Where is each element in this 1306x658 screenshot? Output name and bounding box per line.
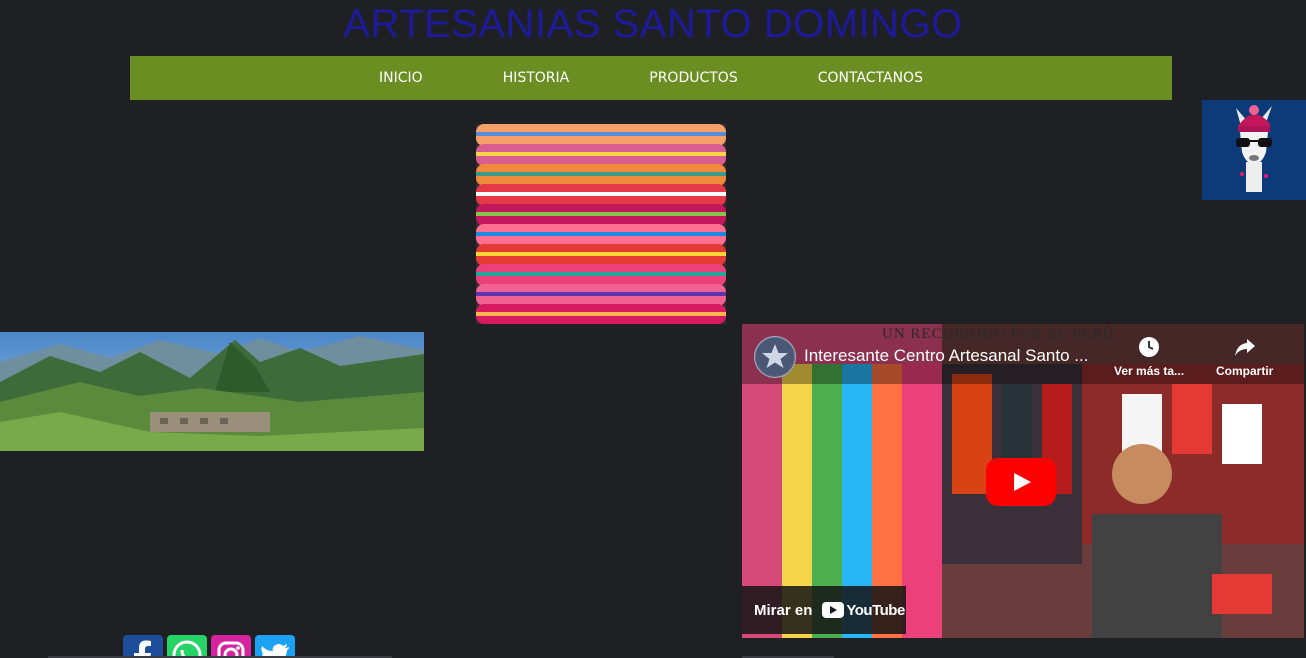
watch-on-label: Mirar en (754, 601, 813, 619)
watch-on-youtube-button[interactable]: Mirar en YouTube (742, 586, 906, 634)
video-embed[interactable]: UN RECORRIDO POR EL PERÚ Interesante Cen… (742, 324, 1304, 638)
llama-image (1202, 100, 1306, 200)
nav-item-contactanos[interactable]: CONTACTANOS (818, 70, 923, 86)
youtube-logo: YouTube (822, 601, 905, 619)
textiles-image (476, 124, 726, 324)
watch-later-label: Ver más ta... (1114, 364, 1185, 378)
video-banner-text: UN RECORRIDO POR EL PERÚ (882, 326, 1115, 342)
share-button[interactable]: Compartir (1216, 336, 1273, 378)
nav-item-inicio[interactable]: INICIO (379, 70, 423, 86)
twitter-icon[interactable] (255, 635, 295, 658)
facebook-icon[interactable] (123, 635, 163, 658)
channel-avatar[interactable] (754, 336, 796, 378)
share-label: Compartir (1216, 364, 1274, 378)
social-links (123, 635, 295, 658)
clock-icon (1138, 336, 1160, 358)
nav-item-productos[interactable]: PRODUCTOS (649, 70, 737, 86)
main-navbar: INICIO HISTORIA PRODUCTOS CONTACTANOS (130, 56, 1172, 100)
play-button[interactable] (986, 458, 1056, 506)
youtube-wordmark: YouTube (846, 601, 905, 619)
whatsapp-icon[interactable] (167, 635, 207, 658)
page: ARTESANIAS SANTO DOMINGO INICIO HISTORIA… (0, 0, 1306, 658)
machu-picchu-image (0, 332, 424, 451)
youtube-play-icon (822, 602, 845, 618)
video-title[interactable]: Interesante Centro Artesanal Santo ... (804, 346, 1088, 366)
instagram-icon[interactable] (211, 635, 251, 658)
share-icon (1234, 336, 1256, 358)
nav-item-historia[interactable]: HISTORIA (503, 70, 570, 86)
watch-later-button[interactable]: Ver más ta... (1114, 336, 1184, 378)
site-title: ARTESANIAS SANTO DOMINGO (343, 2, 963, 46)
